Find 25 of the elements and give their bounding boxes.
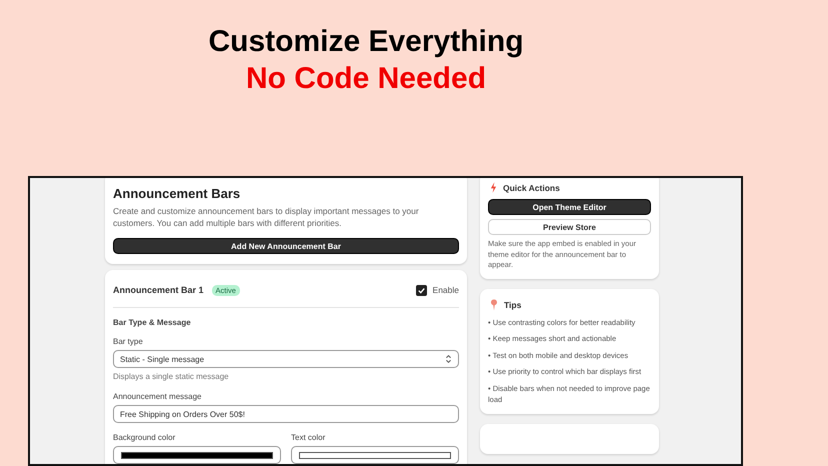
theme-editor-button[interactable]: Open Theme Editor: [488, 199, 651, 215]
help-text: Displays a single static message: [113, 372, 230, 381]
page-description: Create and customize announcement bars to display important messages to your customers. You can add multiple bars with different priorities.: [113, 205, 420, 229]
color-picker-field[interactable]: [291, 446, 459, 464]
preview-button[interactable]: Preview Store: [488, 219, 651, 235]
section-title: Bar Type & Message: [113, 318, 192, 327]
pin-icon: [490, 298, 498, 310]
field-label: Bar type: [113, 337, 144, 346]
field-label: Background color: [113, 433, 176, 442]
lightning-icon: [490, 182, 497, 193]
card-title: Tips: [504, 300, 522, 310]
chevron-updown-icon: [445, 354, 452, 364]
headline-subtitle: No Code Needed: [246, 61, 486, 97]
headline-title: Customize Everything: [208, 24, 524, 60]
bar-type-select[interactable]: Static - Single message: [113, 350, 459, 368]
enable-label: Enable: [432, 285, 459, 295]
bar-title: Announcement Bar 1: [113, 285, 204, 295]
card-title: Quick Actions: [503, 182, 560, 192]
message-input[interactable]: Free Shipping on Orders Over 50$!: [113, 405, 459, 423]
enable-checkbox[interactable]: [416, 284, 427, 296]
add-bar-button[interactable]: Add New Announcement Bar: [113, 238, 459, 254]
page-title: Announcement Bars: [113, 186, 242, 201]
color-picker-field[interactable]: [113, 446, 281, 464]
field-label: Announcement message: [113, 392, 202, 401]
field-label: Text color: [291, 433, 326, 442]
